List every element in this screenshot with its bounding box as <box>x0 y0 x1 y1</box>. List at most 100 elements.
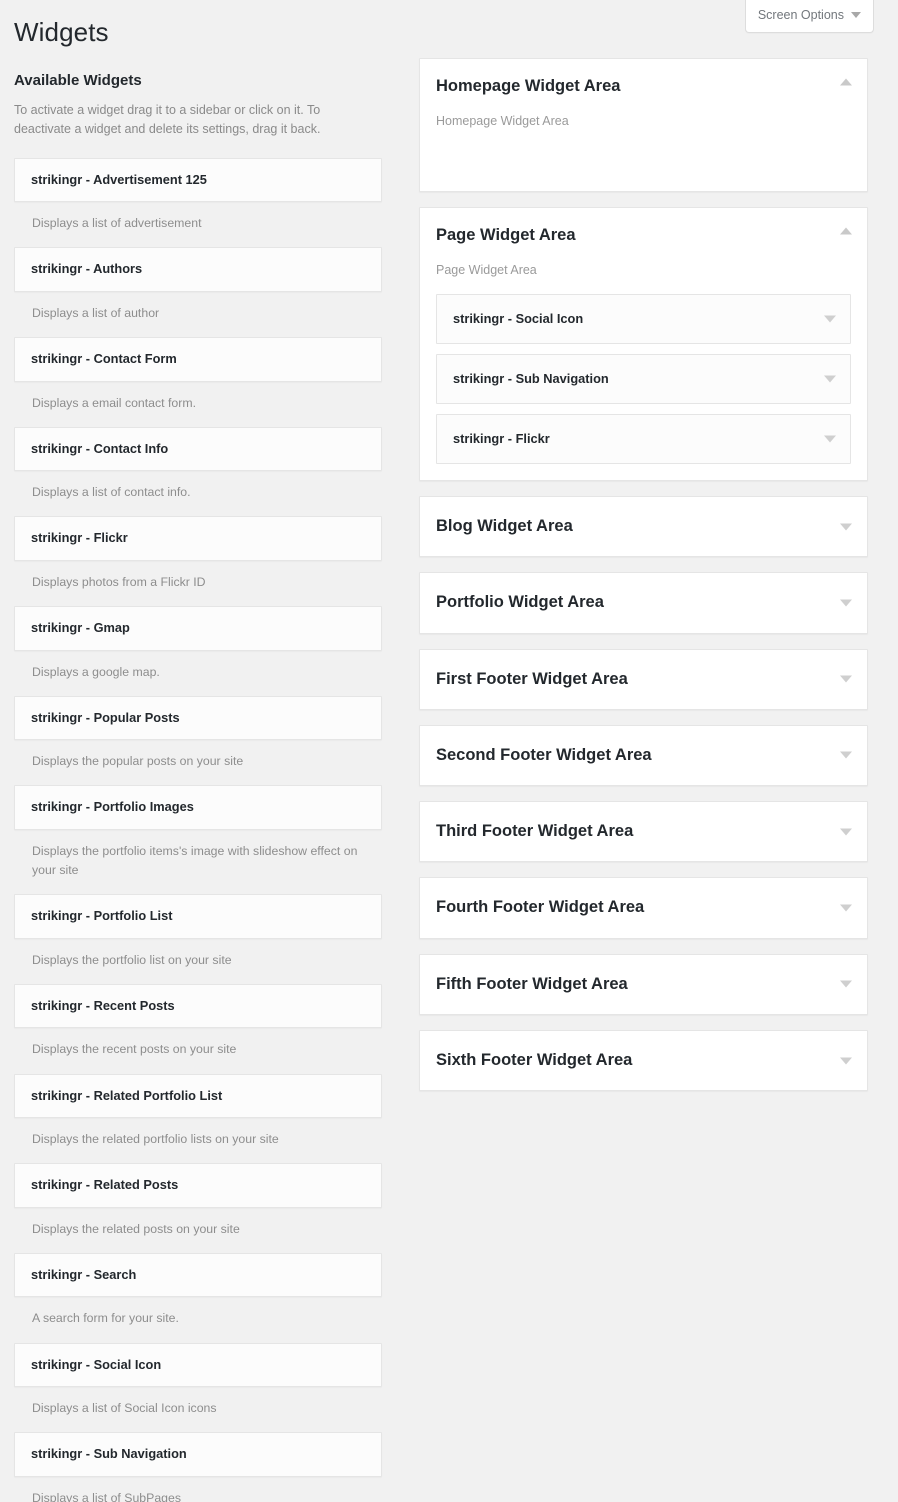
available-widget-title: strikingr - Recent Posts <box>31 997 175 1013</box>
available-widgets-description: To activate a widget drag it to a sideba… <box>14 103 321 137</box>
available-widget-description: Displays a list of advertisement <box>32 216 202 231</box>
sidebar-panel-title: Third Footer Widget Area <box>436 822 634 841</box>
available-widget-card[interactable]: strikingr - Social Icon <box>14 1342 382 1388</box>
sidebar-panel-header[interactable]: Fifth Footer Widget Area <box>420 955 867 1014</box>
chevron-down-icon[interactable] <box>840 904 852 912</box>
available-widgets-list: strikingr - Advertisement 125 Displays a … <box>14 157 382 1502</box>
available-widget-description: Displays the related posts on your site <box>32 1221 240 1236</box>
sidebar-panel-title: Portfolio Widget Area <box>436 593 604 612</box>
available-widget-title: strikingr - Contact Form <box>31 351 177 367</box>
sidebar-panel-title: Homepage Widget Area <box>436 77 621 95</box>
chevron-down-icon[interactable] <box>840 675 852 683</box>
chevron-down-icon[interactable] <box>840 1057 852 1065</box>
sidebar-panel: Page Widget Area Page Widget Area striking… <box>419 207 868 482</box>
available-widget-description: Displays a list of SubPages <box>32 1490 182 1502</box>
available-widget-card[interactable]: strikingr - Advertisement 125 <box>14 157 382 203</box>
available-widget-card[interactable]: strikingr - Search <box>14 1252 382 1298</box>
available-widget-title: strikingr - Advertisement 125 <box>31 171 207 187</box>
available-widgets-heading: Available Widgets <box>14 72 142 89</box>
sidebar-panel-header[interactable]: Blog Widget Area <box>420 497 867 556</box>
sidebar-panel: Portfolio Widget Area <box>419 572 868 634</box>
chevron-down-icon[interactable] <box>840 828 852 836</box>
available-widget-card[interactable]: strikingr - Contact Form <box>14 337 382 382</box>
available-widget-card[interactable]: strikingr - Authors <box>14 247 382 293</box>
available-widget-card[interactable]: strikingr - Popular Posts <box>14 695 382 741</box>
chevron-down-icon[interactable] <box>840 751 852 759</box>
placed-widget-title: strikingr - Sub Navigation <box>453 371 609 387</box>
available-widget-title: strikingr - Portfolio List <box>31 908 173 924</box>
sidebar-panel-header[interactable]: Fourth Footer Widget Area <box>420 878 867 937</box>
sidebar-panel: Third Footer Widget Area <box>419 801 868 863</box>
available-widget-card[interactable]: strikingr - Portfolio List <box>14 894 382 939</box>
available-widget-card[interactable]: strikingr - Portfolio Images <box>14 785 382 831</box>
sidebar-panel-header[interactable]: Page Widget Area <box>420 208 867 254</box>
sidebar-panel-title: Sixth Footer Widget Area <box>436 1050 633 1069</box>
placed-widget[interactable]: strikingr - Social Icon <box>436 294 851 345</box>
sidebar-panel-title: Blog Widget Area <box>436 517 573 536</box>
available-widget-description: Displays the related portfolio lists on … <box>32 1132 279 1147</box>
sidebar-panel: Fifth Footer Widget Area <box>419 953 868 1015</box>
available-widget-card[interactable]: strikingr - Related Posts <box>14 1163 382 1208</box>
sidebar-panel-list: Homepage Widget Area Homepage Widget Area… <box>419 58 868 1092</box>
sidebar-panel: Sixth Footer Widget Area <box>419 1029 868 1092</box>
sidebar-panel-title: Fourth Footer Widget Area <box>436 898 645 917</box>
available-widget-card[interactable]: strikingr - Recent Posts <box>14 983 382 1029</box>
available-widget-description: Displays a google map. <box>32 664 160 679</box>
sidebar-panel-header[interactable]: Second Footer Widget Area <box>420 726 867 785</box>
available-widget-description: A search form for your site. <box>32 1311 179 1326</box>
available-widget-description: Displays the portfolio list on your site <box>32 952 232 967</box>
sidebar-panel-description: Page Widget Area <box>436 263 537 278</box>
sidebar-panel-title: First Footer Widget Area <box>436 669 628 688</box>
available-widget-title: strikingr - Popular Posts <box>31 709 180 725</box>
sidebar-panel-title: Fifth Footer Widget Area <box>436 974 628 993</box>
chevron-down-icon[interactable] <box>824 435 836 443</box>
sidebar-panel-title: Page Widget Area <box>436 226 576 245</box>
available-widget-title: strikingr - Search <box>31 1266 137 1282</box>
chevron-up-icon[interactable] <box>840 78 852 86</box>
screen-options-label: Screen Options <box>757 8 844 22</box>
available-widget-title: strikingr - Authors <box>31 261 143 277</box>
placed-widget[interactable]: strikingr - Sub Navigation <box>436 354 851 405</box>
available-widget-card[interactable]: strikingr - Sub Navigation <box>14 1432 382 1477</box>
available-widget-card[interactable]: strikingr - Related Portfolio List <box>14 1073 382 1119</box>
sidebar-panel: Fourth Footer Widget Area <box>419 877 868 939</box>
placed-widget-title: strikingr - Social Icon <box>453 311 584 327</box>
page-title: Widgets <box>14 17 109 47</box>
sidebar-panel-header[interactable]: Sixth Footer Widget Area <box>420 1031 867 1090</box>
available-widget-title: strikingr - Social Icon <box>31 1356 162 1372</box>
chevron-down-icon[interactable] <box>840 980 852 988</box>
chevron-up-icon[interactable] <box>840 227 852 235</box>
sidebar-panel: Homepage Widget Area Homepage Widget Area <box>419 58 868 193</box>
screen-options-button[interactable]: Screen Options <box>744 0 874 33</box>
available-widget-card[interactable]: strikingr - Gmap <box>14 606 382 651</box>
widgets-admin-page: Screen Options Widgets Available Widgets… <box>0 0 898 1502</box>
chevron-down-icon[interactable] <box>840 599 852 607</box>
sidebar-panel-header[interactable]: Homepage Widget Area <box>420 59 867 105</box>
placed-widget[interactable]: strikingr - Flickr <box>436 414 851 465</box>
sidebar-panel: First Footer Widget Area <box>419 648 868 710</box>
sidebar-panel-header[interactable]: Third Footer Widget Area <box>420 802 867 861</box>
sidebar-panel: Second Footer Widget Area <box>419 724 868 787</box>
sidebar-panel-description: Homepage Widget Area <box>436 114 569 129</box>
sidebar-panel-header[interactable]: First Footer Widget Area <box>420 650 867 709</box>
available-widget-description: Displays the popular posts on your site <box>32 754 244 769</box>
sidebar-drop-zone[interactable]: strikingr - Social Icon strikingr - Sub N… <box>420 280 867 480</box>
screen-meta-links: Screen Options <box>744 0 874 33</box>
chevron-down-icon[interactable] <box>824 315 836 323</box>
chevron-down-icon <box>851 12 861 19</box>
chevron-down-icon[interactable] <box>824 375 836 383</box>
available-widget-description: Displays a list of contact info. <box>32 485 191 500</box>
available-widget-card[interactable]: strikingr - Contact Info <box>14 426 382 472</box>
sidebar-panel-header[interactable]: Portfolio Widget Area <box>420 573 867 632</box>
sidebar-drop-zone[interactable] <box>420 131 867 191</box>
available-widget-title: strikingr - Related Posts <box>31 1177 179 1193</box>
placed-widget-title: strikingr - Flickr <box>453 431 550 447</box>
available-widget-description: Displays photos from a Flickr ID <box>32 575 206 590</box>
available-widget-description: Displays the portfolio items's image wit… <box>32 844 358 878</box>
available-widget-card[interactable]: strikingr - Flickr <box>14 516 382 562</box>
available-widgets-column: Available Widgets To activate a widget d… <box>14 70 382 1502</box>
chevron-down-icon[interactable] <box>840 523 852 531</box>
available-widget-title: strikingr - Contact Info <box>31 440 169 456</box>
sidebars-column: Homepage Widget Area Homepage Widget Area… <box>419 58 868 1106</box>
available-widget-title: strikingr - Gmap <box>31 620 130 636</box>
